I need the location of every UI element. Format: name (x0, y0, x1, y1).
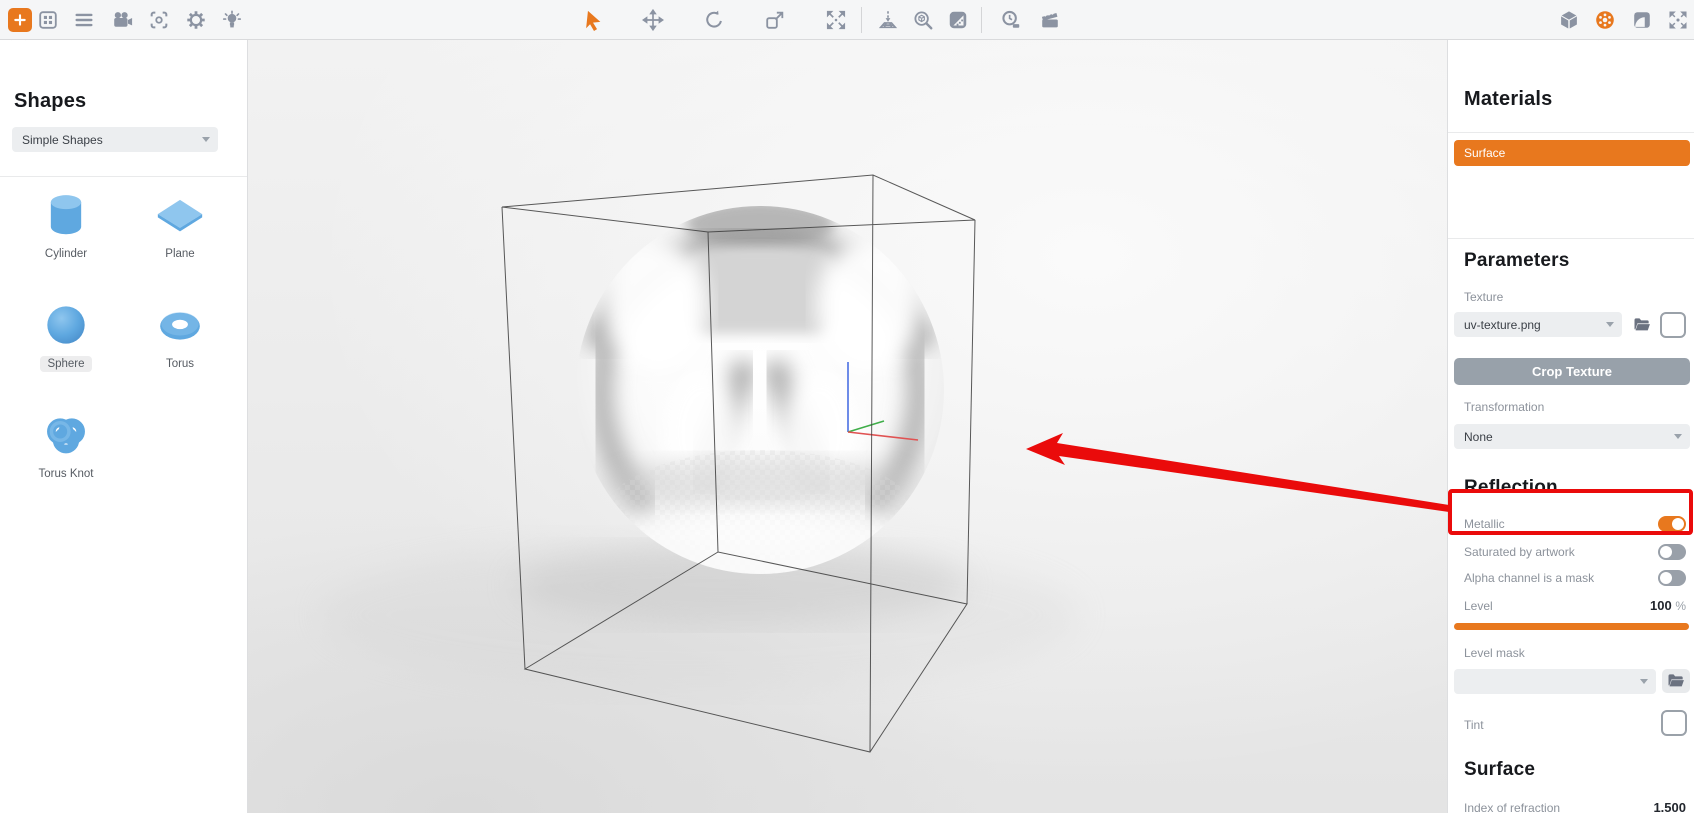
texture-value: uv-texture.png (1464, 317, 1541, 332)
transformation-label: Transformation (1464, 400, 1545, 414)
scale-icon[interactable] (763, 8, 787, 32)
material-item-label: Surface (1464, 146, 1506, 160)
menu-icon[interactable] (72, 8, 96, 32)
shape-item-plane[interactable]: Plane (130, 187, 230, 262)
geometry-icon[interactable] (1557, 8, 1581, 32)
3d-viewport[interactable] (248, 40, 1447, 813)
chevron-down-icon (1640, 679, 1648, 684)
torus-shape-icon (152, 297, 208, 353)
material-item-surface[interactable]: Surface (1454, 140, 1690, 166)
rotate-icon[interactable] (702, 8, 726, 32)
settings-icon[interactable] (184, 8, 208, 32)
shape-item-label: Sphere (40, 356, 92, 372)
camera-icon[interactable] (110, 8, 134, 32)
level-mask-folder-button[interactable] (1662, 669, 1690, 693)
decal-icon[interactable] (946, 8, 970, 32)
shape-item-label: Cylinder (44, 248, 88, 260)
shape-category-dropdown[interactable]: Simple Shapes (12, 127, 218, 152)
projects-icon[interactable] (36, 8, 60, 32)
transformation-value: None (1464, 429, 1493, 444)
toolbar-separator (981, 7, 982, 33)
toolbar-separator (861, 7, 862, 33)
fullscreen-icon[interactable] (1666, 8, 1690, 32)
plane-shape-icon (152, 187, 208, 243)
chevron-down-icon (1674, 434, 1682, 439)
level-mask-dropdown[interactable] (1454, 669, 1656, 694)
level-slider[interactable] (1454, 623, 1689, 630)
index-of-refraction-label: Index of refraction (1464, 801, 1561, 813)
materials-icon[interactable] (1593, 8, 1617, 32)
sphere-shape-icon (38, 297, 94, 353)
shape-item-label: Plane (165, 248, 195, 260)
shape-item-cylinder[interactable]: Cylinder (16, 187, 116, 262)
sidebar-divider (0, 176, 247, 177)
tint-checkbox[interactable] (1661, 710, 1687, 736)
level-label: Level (1464, 599, 1493, 613)
cylinder-shape-icon (38, 187, 94, 243)
level-slider-fill (1454, 623, 1689, 630)
metallic-toggle[interactable] (1658, 516, 1686, 532)
folder-open-icon (1634, 318, 1650, 331)
shape-item-torus-knot[interactable]: Torus Knot (16, 407, 116, 482)
texture-dropdown[interactable]: uv-texture.png (1454, 312, 1622, 337)
crop-texture-button[interactable]: Crop Texture (1454, 358, 1690, 385)
texture-folder-button[interactable] (1628, 313, 1656, 337)
zoom-to-object-icon[interactable] (911, 8, 935, 32)
materials-panel-title: Materials (1464, 88, 1553, 110)
shapes-panel: Shapes Simple Shapes Cylinder Plane Sphere… (0, 31, 248, 813)
shape-item-label: Torus Knot (38, 468, 94, 480)
chevron-down-icon (202, 137, 210, 142)
shape-category-value: Simple Shapes (22, 132, 103, 147)
shape-item-label: Torus (165, 358, 195, 370)
parameters-title: Parameters (1464, 250, 1570, 271)
saturated-by-artwork-label: Saturated by artwork (1464, 545, 1575, 559)
level-value: 100 % (1650, 598, 1686, 613)
chevron-down-icon (1606, 322, 1614, 327)
focus-icon[interactable] (147, 8, 171, 32)
shape-item-sphere[interactable]: Sphere (16, 297, 116, 372)
alpha-channel-mask-toggle[interactable] (1658, 570, 1686, 586)
3d-scene (320, 174, 1080, 753)
application-window: Shapes Simple Shapes Cylinder Plane Sphere… (0, 0, 1694, 813)
toggle-knob (1660, 572, 1672, 584)
materials-panel: Materials Surface Parameters Texture uv-… (1447, 31, 1694, 813)
tint-label: Tint (1464, 718, 1484, 732)
level-mask-label: Level mask (1464, 646, 1525, 660)
reflection-title: Reflection (1464, 477, 1558, 498)
light-icon[interactable] (220, 8, 244, 32)
render-icon[interactable] (1630, 8, 1654, 32)
spread-icon[interactable] (824, 8, 848, 32)
shapes-panel-title: Shapes (14, 90, 87, 112)
toggle-knob (1672, 518, 1684, 530)
saturated-by-artwork-toggle[interactable] (1658, 544, 1686, 560)
select-icon[interactable] (581, 8, 605, 32)
texture-color-swatch[interactable] (1660, 312, 1686, 338)
surface-title: Surface (1464, 759, 1536, 780)
toggle-knob (1660, 546, 1672, 558)
shape-item-torus[interactable]: Torus (130, 297, 230, 372)
transformation-dropdown[interactable]: None (1454, 424, 1690, 449)
main-toolbar (0, 0, 1694, 40)
index-of-refraction-value: 1.500 (1653, 800, 1686, 813)
animation-icon[interactable] (1038, 8, 1062, 32)
snapshot-icon[interactable] (999, 8, 1023, 32)
folder-open-icon (1668, 674, 1684, 687)
torus-knot-shape-icon (38, 407, 94, 463)
metallic-label: Metallic (1464, 517, 1505, 531)
add-button[interactable] (8, 8, 32, 32)
drop-to-floor-icon[interactable] (876, 8, 900, 32)
texture-label: Texture (1464, 290, 1504, 304)
move-icon[interactable] (641, 8, 665, 32)
alpha-channel-mask-label: Alpha channel is a mask (1464, 571, 1595, 585)
